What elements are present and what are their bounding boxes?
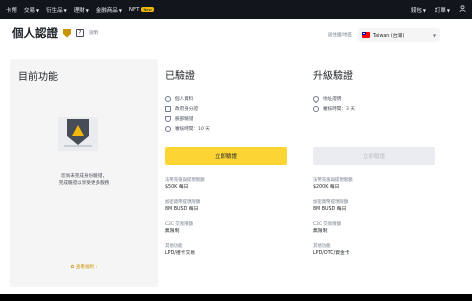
current-features-title: 目前功能 [18, 72, 58, 83]
nav-item-orders[interactable]: 訂單▼ [435, 6, 450, 14]
limit-item: 加密貨幣提現限額 8M BUSD 每日 [313, 200, 349, 212]
chevron-down-icon: ▼ [63, 7, 67, 13]
nav-item-wallet[interactable]: 錢包▼ [411, 6, 426, 14]
advanced-level-column: 升級驗證 地址證明 審核時間：3 天 [311, 67, 435, 114]
chevron-right-icon: › [95, 265, 98, 270]
chevron-down-icon: ▼ [36, 7, 40, 13]
current-features-panel: 目前功能 您尚未完成身份驗證， 完成驗證以享受更多服務 ✿ 查看福利 › [10, 59, 158, 287]
requirement-item: 審核時間：10 天 [165, 124, 287, 134]
verify-now-button[interactable]: 立即驗證 [165, 147, 287, 165]
verified-requirements: 個人資料 政府身分證 臉部驗證 審核時間：10 天 [165, 94, 287, 134]
limit-item: 法幣充值與提現限額 $50K 每日 [165, 178, 205, 190]
chevron-down-icon: ▼ [432, 32, 437, 38]
country-select[interactable]: Taiwan (台灣) ▼ [358, 28, 441, 42]
advanced-limits-list: 法幣充值與提現限額 $200K 每日 加密貨幣提現限額 8M BUSD 每日 C2C… [313, 177, 435, 265]
verified-limits-list: 法幣充值與提現限額 $50K 每日 加密貨幣提現限額 8M BUSD 每日 C2C … [165, 177, 287, 265]
limit-icon [313, 106, 319, 112]
gift-icon: ✿ [70, 265, 75, 270]
verified-title: 已驗證 [165, 71, 195, 82]
requirement-item: 政府身分證 [165, 104, 287, 114]
bottom-bar [0, 294, 472, 301]
user-icon [165, 96, 171, 102]
limit-icon [165, 126, 171, 132]
nav-item-nft[interactable]: NFT New [129, 6, 154, 13]
advanced-verify-button[interactable]: 立即驗證 [313, 147, 435, 165]
limit-item: 法幣充值與提現限額 $200K 每日 [313, 178, 353, 190]
nav-item-derivatives[interactable]: 衍生品▼ [46, 6, 67, 14]
requirement-item: 臉部驗證 [165, 114, 287, 124]
page-title: 個人認證 [12, 26, 58, 40]
residence-selector: 居住國/地區 Taiwan (台灣) ▼ [328, 28, 441, 42]
nav-item-trade[interactable]: 交易▼ [24, 6, 39, 14]
face-icon [165, 116, 171, 122]
advanced-title: 升級驗證 [313, 71, 353, 82]
id-card-icon [165, 106, 171, 112]
nav-item-finance[interactable]: 金融商品▼ [96, 6, 122, 14]
residence-label: 居住國/地區 [328, 33, 353, 38]
limit-item: C2C 交易限額 無限制 [165, 222, 193, 234]
chevron-down-icon: ▼ [446, 7, 450, 13]
requirement-item: 審核時間：3 天 [313, 104, 435, 114]
shield-icon [63, 28, 71, 38]
requirement-item: 地址證明 [311, 94, 435, 104]
chevron-down-icon: ▼ [422, 7, 426, 13]
nav-item-earn[interactable]: 理財▼ [74, 6, 89, 14]
nav-item-buy-crypto[interactable]: 卡幣 [6, 6, 17, 14]
limit-item: 加密貨幣提現限額 8M BUSD 每日 [165, 200, 201, 212]
unverified-shield-illustration-icon [58, 117, 98, 151]
user-icon[interactable] [459, 5, 466, 14]
page-header: 個人認證 ? 說明 [12, 25, 98, 41]
taiwan-flag-icon [362, 32, 371, 38]
country-value: Taiwan (台灣) [373, 33, 405, 39]
chevron-down-icon: ▼ [118, 7, 122, 13]
requirement-item: 個人資料 [165, 94, 287, 104]
chevron-down-icon: ▼ [85, 7, 89, 13]
identification-page: 個人認證 ? 說明 居住國/地區 Taiwan (台灣) ▼ 目前功能 您尚未完… [0, 19, 472, 294]
unverified-message: 您尚未完成身份驗證， 完成驗證以享受更多服務 [58, 174, 110, 186]
help-link[interactable]: 說明 [89, 30, 98, 36]
limit-item: 其他功能 LPD/禮卡交易 [165, 244, 196, 256]
view-benefits-link[interactable]: ✿ 查看福利 › [10, 264, 158, 270]
limit-item: 其他功能 LPD/OTC/資金卡 [313, 244, 350, 256]
verified-level-column: 已驗證 個人資料 政府身分證 臉部驗證 審核時間：10 天 [165, 67, 287, 134]
advanced-requirements: 地址證明 審核時間：3 天 [311, 94, 435, 114]
help-icon[interactable]: ? [76, 29, 84, 37]
top-navigation-bar: 卡幣 交易▼ 衍生品▼ 理財▼ 金融商品▼ NFT New 錢包▼ 訂單▼ [0, 0, 472, 19]
new-badge: New [141, 6, 154, 12]
location-icon [311, 94, 321, 104]
limit-item: C2C 交易限額 無限制 [313, 222, 341, 234]
